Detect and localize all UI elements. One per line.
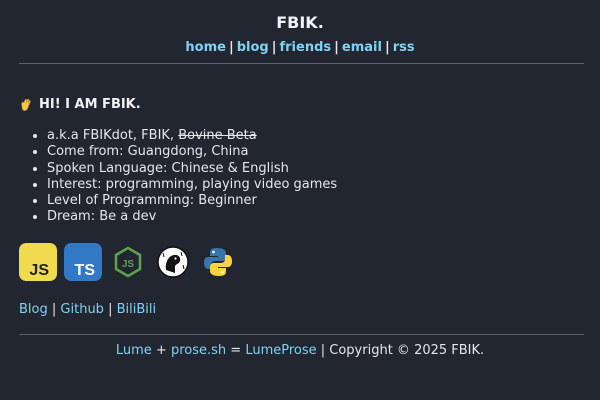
struck-name: Bovine Beta: [178, 128, 257, 143]
copyright-text: | Copyright © 2025 FBIK.: [320, 343, 485, 358]
equals-text: =: [230, 343, 242, 358]
nav-separator: |: [384, 40, 390, 55]
tech-icons: JS TS JS: [19, 243, 237, 281]
nav-home-link[interactable]: home: [185, 40, 226, 55]
typescript-icon: TS: [64, 243, 102, 281]
nav-separator: |: [228, 40, 234, 55]
svg-text:TS: TS: [75, 262, 96, 279]
link-separator: |: [51, 302, 57, 317]
list-item: Come from: Guangdong, China: [47, 144, 337, 160]
nodejs-icon: JS: [109, 243, 147, 281]
nav-friends-link[interactable]: friends: [279, 40, 331, 55]
list-item: a.k.a FBIKdot, FBIK, Bovine Beta: [47, 128, 337, 144]
nav-rss-link[interactable]: rss: [393, 40, 415, 55]
intro-heading: HI! I AM FBIK.: [19, 97, 141, 112]
site-title: FBIK.: [276, 13, 324, 32]
header-divider: [19, 63, 584, 64]
list-item: Level of Programming: Beginner: [47, 193, 337, 209]
intro-heading-text: HI! I AM FBIK.: [39, 97, 141, 112]
footer-divider: [19, 334, 584, 335]
list-item: Spoken Language: Chinese & English: [47, 161, 337, 177]
svg-text:JS: JS: [122, 259, 135, 270]
deno-icon: [154, 243, 192, 281]
python-icon: [199, 243, 237, 281]
lumeprose-link[interactable]: LumeProse: [245, 343, 316, 358]
nav-email-link[interactable]: email: [342, 40, 382, 55]
list-item: Dream: Be a dev: [47, 209, 337, 225]
plus-text: +: [155, 343, 167, 358]
main-nav: home | blog | friends | email | rss: [0, 40, 600, 55]
waving-hand-icon: [19, 98, 33, 112]
nav-blog-link[interactable]: blog: [237, 40, 269, 55]
svg-text:JS: JS: [29, 262, 49, 279]
link-separator: |: [108, 302, 113, 317]
nav-separator: |: [271, 40, 277, 55]
social-links: Blog | Github | BiliBili: [19, 302, 156, 317]
footer: Lume + prose.sh = LumeProse | Copyright …: [0, 343, 600, 358]
nav-separator: |: [334, 40, 339, 55]
page: FBIK. home | blog | friends | email | rss HI! I …: [0, 0, 600, 400]
javascript-icon: JS: [19, 243, 57, 281]
aka-text: a.k.a FBIKdot, FBIK,: [47, 128, 179, 143]
prose-link[interactable]: prose.sh: [171, 343, 226, 358]
blog-link[interactable]: Blog: [19, 302, 48, 317]
github-link[interactable]: Github: [60, 302, 104, 317]
lume-link[interactable]: Lume: [116, 343, 152, 358]
list-item: Interest: programming, playing video gam…: [47, 177, 337, 193]
bilibili-link[interactable]: BiliBili: [117, 302, 157, 317]
about-list: a.k.a FBIKdot, FBIK, Bovine Beta Come fr…: [30, 128, 337, 226]
